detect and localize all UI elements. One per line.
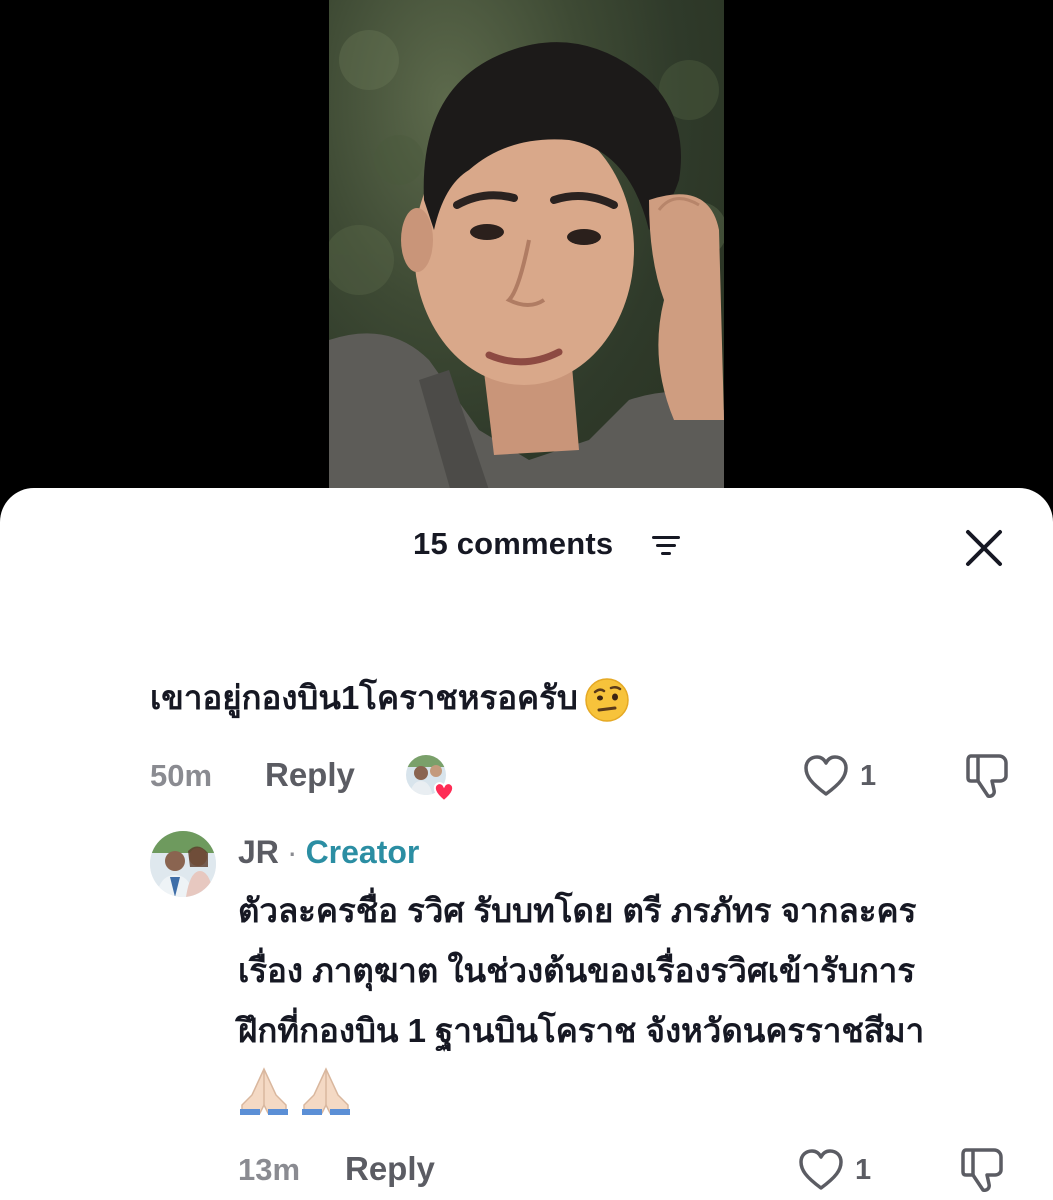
folded-hands-icon: [240, 1067, 288, 1115]
reply-emoji-row: [238, 1065, 1038, 1115]
creator-badge: Creator: [305, 834, 420, 870]
creator-avatar[interactable]: [150, 831, 216, 897]
sort-filter-icon[interactable]: [650, 533, 682, 557]
raised-eyebrow-face-icon: [585, 678, 629, 723]
reply-reply-button[interactable]: Reply: [345, 1150, 435, 1188]
comments-header: 15 comments: [0, 488, 1053, 598]
video-player[interactable]: [0, 0, 1053, 520]
creator-avatar-heart-icon: [406, 755, 455, 803]
close-icon[interactable]: [958, 522, 1010, 574]
reply-like-heart-icon[interactable]: [798, 1148, 844, 1192]
reply-like-count: 1: [855, 1154, 872, 1186]
comment-body: เขาอยู่กองบิน1โคราชหรอครับ: [150, 679, 578, 716]
comments-sheet: 15 comments เขาอยู่กองบิน1โคราชหรอครับ 5…: [0, 488, 1053, 1200]
comment-like-heart-icon[interactable]: [803, 754, 849, 798]
reply-dislike-icon[interactable]: [958, 1146, 1006, 1194]
video-still-image: [329, 30, 724, 520]
folded-hands-icon: [302, 1067, 350, 1115]
creator-avatar-image: [150, 831, 216, 897]
comment-like-count: 1: [860, 760, 877, 792]
reply-text-line: เรื่อง ภาตุฆาต ในช่วงต้นของเรื่องรวิศเข้…: [238, 952, 916, 989]
reply-author-line: JR · Creator: [238, 834, 419, 871]
comment-count-title: 15 comments: [413, 526, 614, 561]
video-frame[interactable]: [329, 0, 724, 520]
creator-liked-badge: [406, 753, 456, 803]
author-separator: ·: [286, 834, 298, 870]
reply-timestamp: 13m: [238, 1152, 301, 1187]
comment-text: เขาอยู่กองบิน1โคราชหรอครับ: [150, 676, 630, 723]
comment-timestamp: 50m: [150, 758, 213, 793]
reply-author-name[interactable]: JR: [238, 834, 279, 870]
reply-text-line: ตัวละครชื่อ รวิศ รับบทโดย ตรี ภรภัทร จาก…: [238, 892, 917, 929]
reply-text-line: ฝึกที่กองบิน 1 ฐานบินโคราช จังหวัดนครราช…: [238, 1012, 925, 1049]
comment-reply-button[interactable]: Reply: [265, 756, 355, 794]
reply-text: ตัวละครชื่อ รวิศ รับบทโดย ตรี ภรภัทร จาก…: [238, 881, 1038, 1115]
comment-dislike-icon[interactable]: [963, 752, 1011, 800]
